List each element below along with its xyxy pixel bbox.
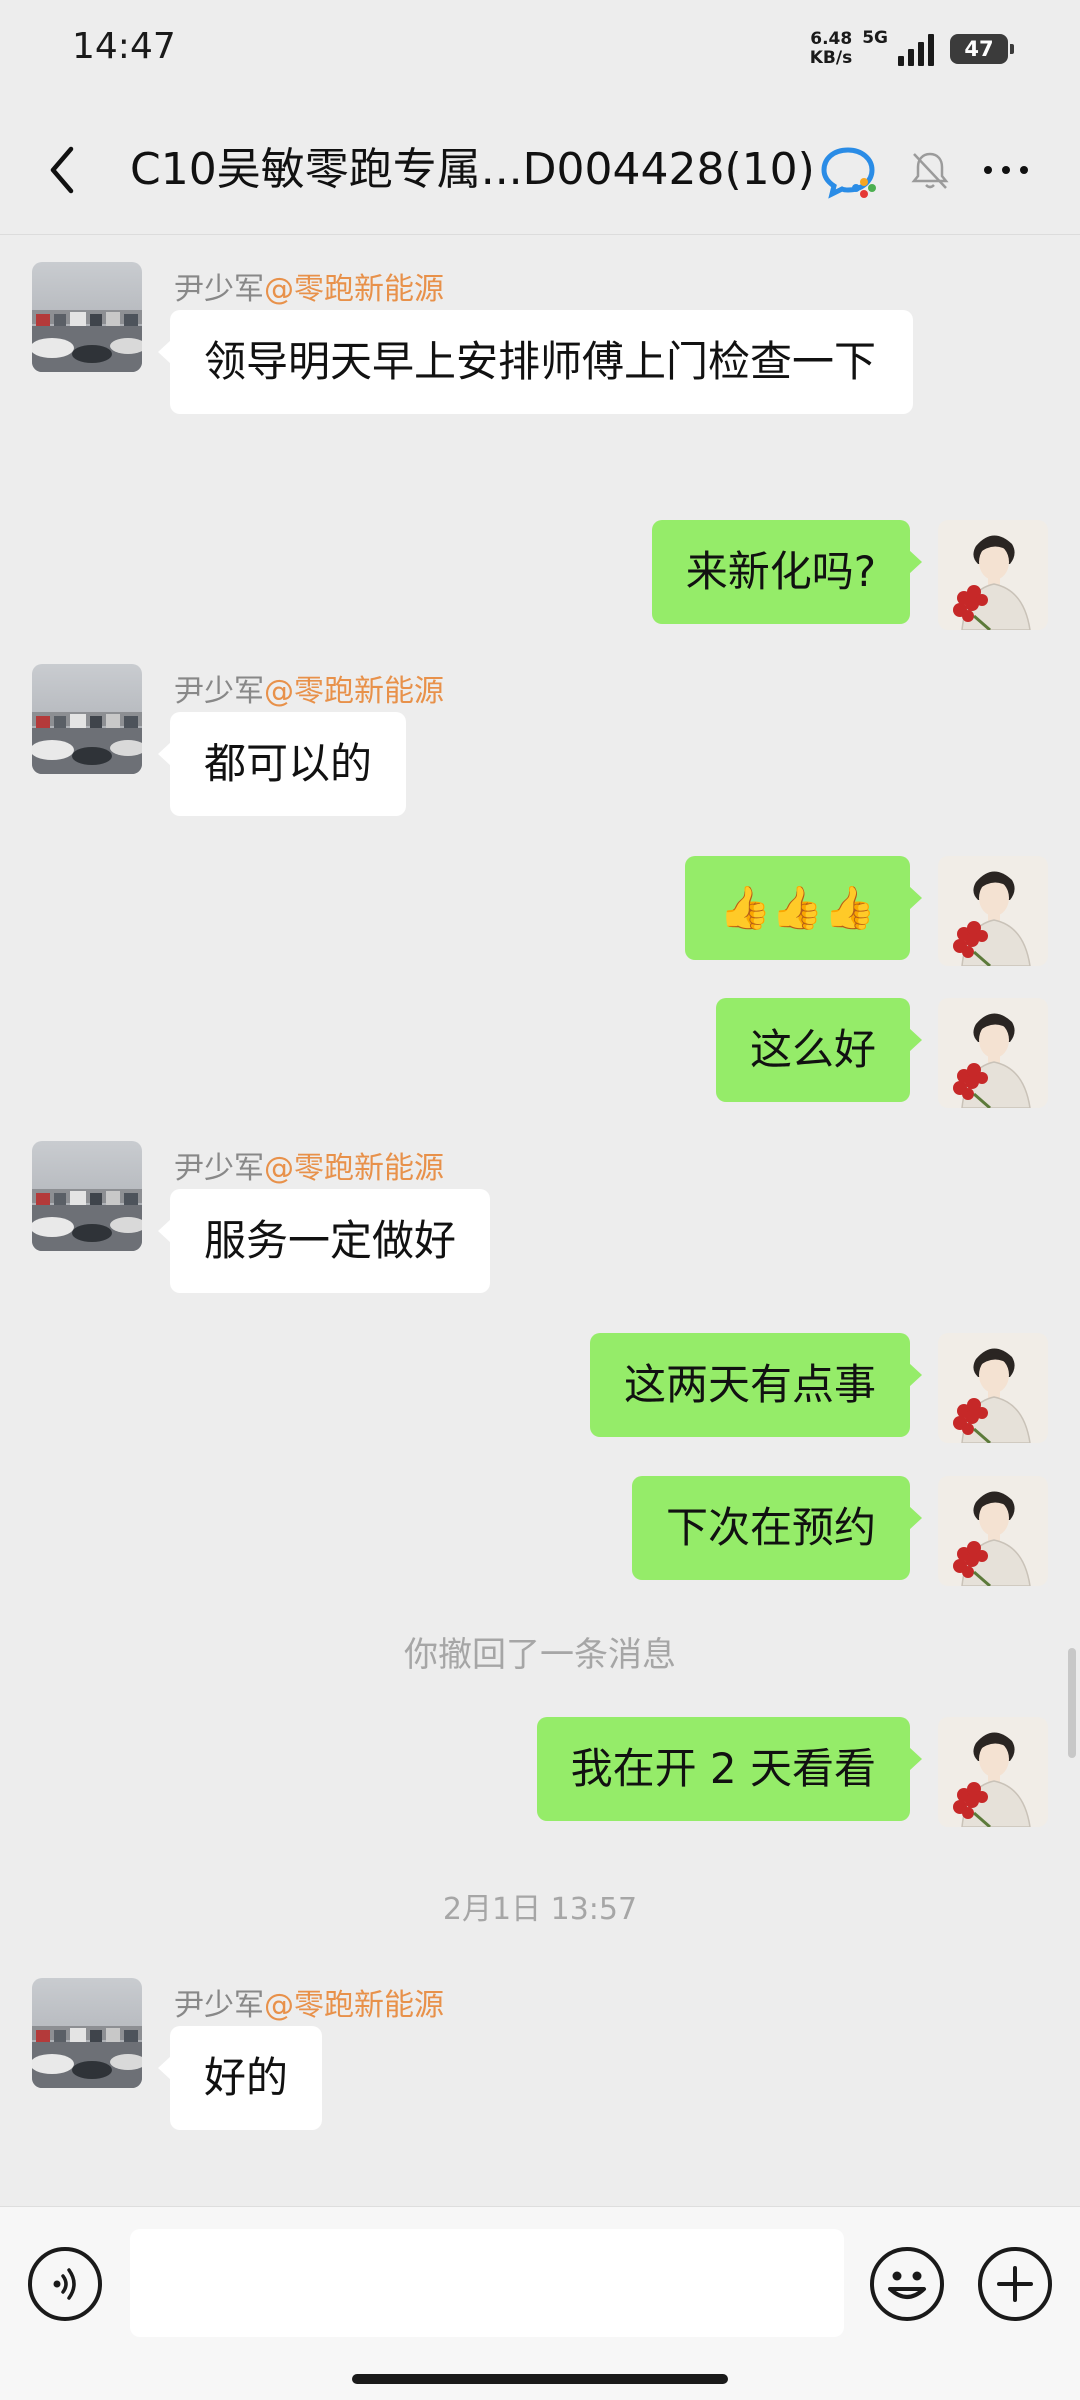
back-button[interactable]: [30, 138, 94, 202]
message-input[interactable]: [130, 2229, 844, 2337]
emoji-thumbs-up-text: 👍👍👍: [719, 883, 876, 932]
status-time: 14:47: [72, 26, 176, 67]
wecom-icon[interactable]: [820, 144, 882, 200]
avatar[interactable]: [938, 520, 1048, 630]
network-type: 5G: [862, 28, 888, 48]
chat-header: C10吴敏零跑专属...D004428(10): [0, 120, 1080, 220]
sender-org: @零跑新能源: [264, 272, 444, 307]
sender-label: 尹少军: [174, 1988, 264, 2023]
avatar[interactable]: [938, 1476, 1048, 1586]
avatar[interactable]: [32, 1978, 142, 2088]
voice-icon: [53, 2268, 76, 2300]
battery-level: 47: [964, 37, 994, 61]
avatar[interactable]: [938, 856, 1048, 966]
message-timestamp: 2月1日 13:57: [442, 1892, 638, 1927]
sender-name: 尹少军@零跑新能源: [174, 264, 444, 308]
network-speed-value: 6.48: [810, 29, 853, 49]
avatar[interactable]: [32, 262, 142, 372]
message-bubble[interactable]: 我在开 2 天看看: [536, 1717, 923, 1821]
signal-icon: [898, 32, 934, 66]
message-bubble[interactable]: 这两天有点事: [589, 1333, 923, 1437]
home-indicator[interactable]: [352, 2374, 728, 2384]
avatar[interactable]: [938, 1333, 1048, 1443]
plus-button[interactable]: [978, 2247, 1052, 2321]
header-divider: [0, 234, 1080, 235]
message-bubble[interactable]: 都可以的: [157, 712, 407, 816]
emoji-icon: [888, 2271, 926, 2299]
emoji-button[interactable]: [870, 2247, 944, 2321]
chat-title[interactable]: C10吴敏零跑专属...D004428(10): [130, 140, 815, 200]
sender-org: @零跑新能源: [264, 674, 444, 709]
sender-name: 尹少军@零跑新能源: [174, 1980, 444, 2024]
input-bar: [0, 2206, 1080, 2400]
message-bubble[interactable]: 领导明天早上安排师傅上门检查一下: [158, 310, 913, 414]
message-bubble[interactable]: 好的: [157, 2026, 323, 2130]
avatar[interactable]: [938, 1717, 1048, 1827]
message-bubble[interactable]: 来新化吗?: [651, 520, 923, 624]
message-bubble[interactable]: 这么好: [715, 998, 923, 1102]
avatar[interactable]: [938, 998, 1048, 1108]
sender-name: 尹少军@零跑新能源: [174, 666, 444, 710]
more-icon: [984, 166, 992, 174]
voice-button[interactable]: [28, 2247, 102, 2321]
status-icons: 6.48 KB/s 5G 47: [810, 26, 1014, 72]
more-button[interactable]: [976, 144, 1036, 196]
network-speed: 6.48 KB/s: [810, 30, 852, 68]
mute-bell-icon: [908, 148, 952, 192]
avatar[interactable]: [32, 664, 142, 774]
message-bubble[interactable]: 👍👍👍: [685, 856, 922, 960]
back-icon: [50, 146, 74, 194]
sender-label: 尹少军: [174, 272, 264, 307]
recall-notice: 你撤回了一条消息: [404, 1635, 676, 1675]
plus-icon: [997, 2266, 1033, 2302]
message-bubble[interactable]: 下次在预约: [631, 1476, 923, 1580]
message-bubble[interactable]: 服务一定做好: [157, 1189, 491, 1293]
battery-icon: 47: [950, 34, 1014, 64]
sender-label: 尹少军: [174, 674, 264, 709]
sender-org: @零跑新能源: [264, 1988, 444, 2023]
sender-label: 尹少军: [174, 1151, 264, 1186]
avatar[interactable]: [32, 1141, 142, 1251]
sender-name: 尹少军@零跑新能源: [174, 1143, 444, 1187]
sender-org: @零跑新能源: [264, 1151, 444, 1186]
scrollbar[interactable]: [1068, 1648, 1076, 1758]
network-speed-unit: KB/s: [809, 48, 853, 68]
status-bar: 14:47 6.48 KB/s 5G 47: [0, 0, 1080, 100]
